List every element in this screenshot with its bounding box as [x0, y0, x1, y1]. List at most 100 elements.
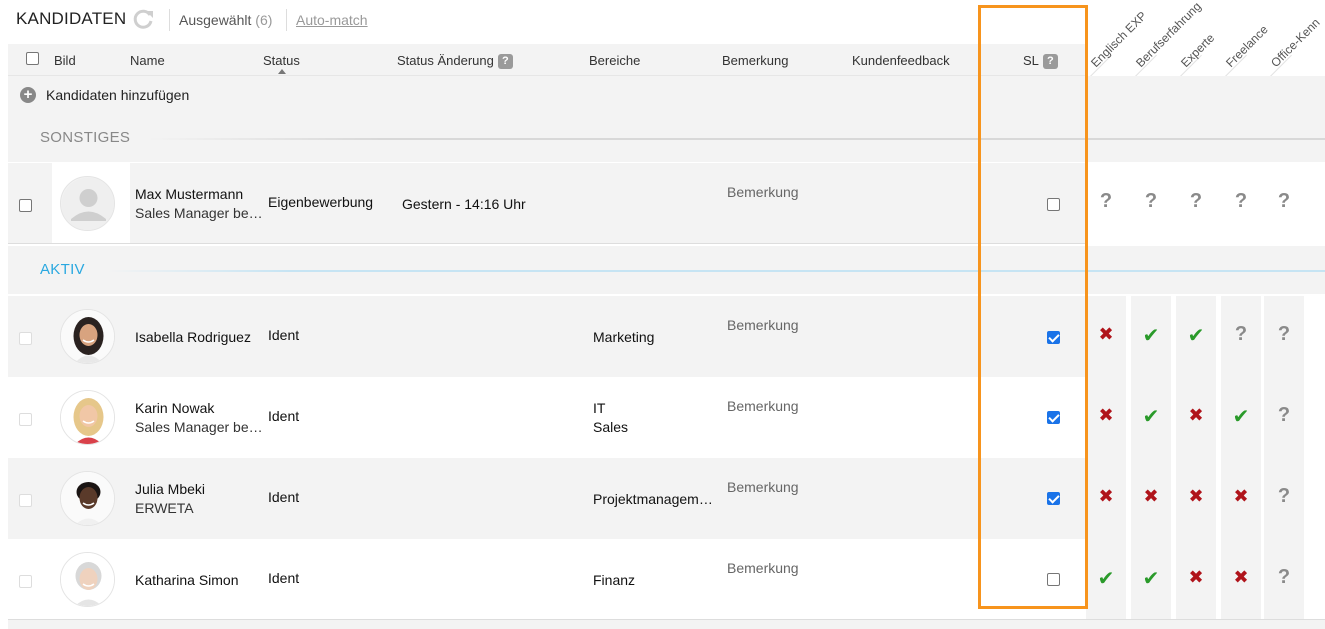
candidate-name[interactable]: Katharina Simon [135, 572, 239, 588]
sort-asc-icon [278, 69, 286, 74]
table-footer [8, 619, 1325, 629]
section-divider [148, 138, 1325, 140]
column-header-kundenfeedback[interactable]: Kundenfeedback [852, 53, 950, 68]
question-icon: ? [1277, 485, 1291, 507]
divider [286, 9, 287, 31]
criteria-cell[interactable]: ✖ [1176, 458, 1216, 539]
question-icon: ? [1277, 566, 1291, 588]
row-checkbox[interactable] [19, 575, 32, 588]
candidate-status-change: Gestern - 14:16 Uhr [402, 196, 526, 212]
column-header-status-change[interactable]: Status Änderung? [397, 53, 513, 69]
candidate-subtitle: Sales Manager be… [135, 419, 263, 435]
candidate-bemerkung[interactable]: Bemerkung [727, 317, 799, 333]
cross-icon: ✖ [1143, 486, 1159, 506]
criteria-header-label: Experte [1178, 30, 1218, 70]
question-icon: ? [1144, 190, 1158, 212]
candidate-status: Ident [268, 489, 300, 505]
candidate-bemerkung[interactable]: Bemerkung [727, 479, 799, 495]
row-divider [8, 243, 1088, 244]
criteria-cell[interactable]: ✔ [1221, 377, 1261, 458]
question-icon: ? [1099, 190, 1113, 212]
criteria-cell[interactable]: ? [1264, 458, 1304, 539]
criteria-cell[interactable]: ? [1264, 296, 1304, 377]
row-checkbox[interactable] [19, 494, 32, 507]
selected-count: Ausgewählt (6) [179, 12, 272, 28]
criteria-cell[interactable]: ✖ [1131, 458, 1171, 539]
refresh-icon[interactable] [130, 6, 156, 32]
page-title: KANDIDATEN [16, 9, 127, 28]
cross-icon: ✖ [1233, 567, 1249, 587]
candidate-name[interactable]: Julia Mbeki [135, 481, 205, 497]
cross-icon: ✖ [1188, 567, 1204, 587]
criteria-cell[interactable]: ✖ [1221, 458, 1261, 539]
criteria-cell[interactable]: ✖ [1176, 539, 1216, 620]
criteria-cell[interactable]: ? [1176, 163, 1216, 244]
criteria-cell[interactable]: ? [1131, 163, 1171, 244]
row-checkbox[interactable] [19, 332, 32, 345]
column-header-label: Status Änderung [397, 53, 494, 68]
candidate-bemerkung[interactable]: Bemerkung [727, 398, 799, 414]
criteria-cell[interactable]: ✔ [1176, 296, 1216, 377]
criteria-cell[interactable]: ? [1264, 539, 1304, 620]
avatar [60, 471, 115, 526]
candidate-bemerkung[interactable]: Bemerkung [727, 560, 799, 576]
cross-icon: ✖ [1098, 405, 1114, 425]
candidate-row[interactable]: Julia Mbeki ERWETA Ident Projektmanagem…… [8, 458, 1088, 539]
column-header-bemerkung[interactable]: Bemerkung [722, 53, 788, 68]
criteria-cell[interactable]: ? [1086, 163, 1126, 244]
auto-match-link[interactable]: Auto-match [296, 12, 368, 28]
candidate-name[interactable]: Karin Nowak [135, 400, 214, 416]
portrait-image [61, 310, 114, 363]
criteria-cell[interactable]: ✖ [1086, 296, 1126, 377]
candidate-bereich: Finanz [593, 572, 636, 588]
criteria-cell[interactable]: ✔ [1086, 539, 1126, 620]
criteria-cell[interactable]: ✔ [1131, 377, 1171, 458]
criteria-header-berufserfahrung: Berufserfahrung [1133, 0, 1204, 77]
criteria-cell[interactable]: ✔ [1131, 539, 1171, 620]
column-header-bild: Bild [54, 53, 76, 68]
add-candidates-button[interactable]: Kandidaten hinzufügen [46, 87, 189, 103]
divider [169, 9, 170, 31]
cross-icon: ✖ [1098, 486, 1114, 506]
column-header-status[interactable]: Status [263, 53, 300, 68]
select-all-checkbox[interactable] [26, 52, 39, 65]
section-divider [108, 270, 1325, 272]
criteria-cell[interactable]: ? [1264, 377, 1304, 458]
section-sonstiges: SONSTIGES [8, 114, 1325, 162]
criteria-cell[interactable]: ✖ [1086, 458, 1126, 539]
row-checkbox[interactable] [19, 413, 32, 426]
criteria-cell[interactable]: ✖ [1086, 377, 1126, 458]
column-header-name[interactable]: Name [130, 53, 165, 68]
row-checkbox[interactable] [19, 199, 32, 212]
candidate-name[interactable]: Max Mustermann [135, 186, 243, 202]
candidate-bemerkung[interactable]: Bemerkung [727, 184, 799, 200]
cross-icon: ✖ [1233, 486, 1249, 506]
portrait-image [61, 553, 114, 606]
candidate-subtitle: ERWETA [135, 500, 194, 516]
avatar [60, 552, 115, 607]
criteria-cell[interactable]: ✔ [1131, 296, 1171, 377]
candidate-row[interactable]: Isabella Rodriguez Ident Marketing Bemer… [8, 296, 1088, 377]
criteria-cell[interactable]: ? [1221, 296, 1261, 377]
question-icon: ? [1189, 190, 1203, 212]
help-icon[interactable]: ? [497, 54, 513, 69]
question-icon: ? [1277, 404, 1291, 426]
criteria-cell[interactable]: ✖ [1221, 539, 1261, 620]
question-icon: ? [1234, 323, 1248, 345]
candidate-row[interactable]: Karin Nowak Sales Manager be… Ident IT S… [8, 377, 1088, 458]
criteria-cell[interactable]: ? [1264, 163, 1304, 244]
criteria-cell[interactable]: ? [1221, 163, 1261, 244]
question-icon: ? [1277, 323, 1291, 345]
question-icon: ? [1277, 190, 1291, 212]
section-aktiv: AKTIV [8, 246, 1325, 294]
checkmark-icon: ✔ [1142, 406, 1160, 428]
add-candidates-row[interactable]: + Kandidaten hinzufügen [8, 76, 1325, 114]
candidate-row[interactable]: Katharina Simon Ident Finanz Bemerkung [8, 539, 1088, 620]
candidate-row[interactable]: Max Mustermann Sales Manager be… Eigenbe… [8, 163, 1088, 244]
table-header: Bild Name Status Status Änderung? Bereic… [8, 44, 1088, 76]
checkmark-icon: ✔ [1232, 406, 1250, 428]
candidate-name[interactable]: Isabella Rodriguez [135, 329, 251, 345]
column-header-bereiche[interactable]: Bereiche [589, 53, 640, 68]
criteria-header-office: Office-Kenn [1268, 0, 1323, 77]
criteria-cell[interactable]: ✖ [1176, 377, 1216, 458]
